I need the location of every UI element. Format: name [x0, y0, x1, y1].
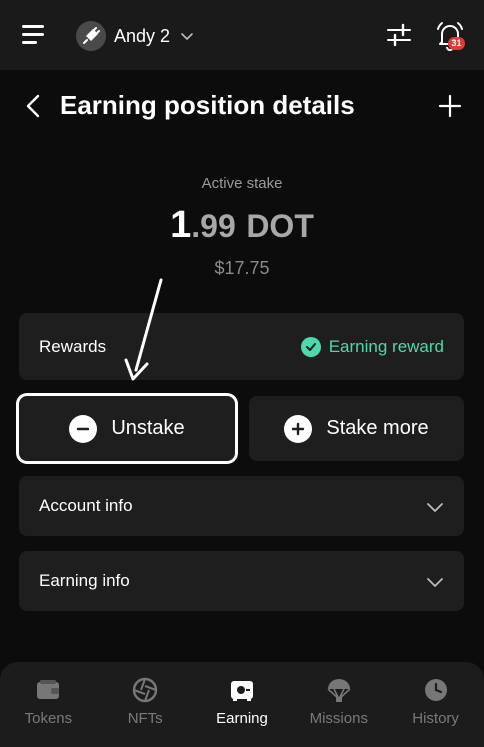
aperture-icon — [132, 677, 158, 703]
rewards-label: Rewards — [39, 336, 107, 356]
account-name: Andy 2 — [114, 25, 171, 46]
minus-circle-icon — [69, 414, 98, 443]
top-bar: Andy 2 31 — [0, 0, 484, 70]
page-title: Earning position details — [60, 90, 355, 120]
rewards-card: Rewards Earning reward — [19, 313, 464, 380]
bottom-nav: Tokens NFTs Earning Missions History — [0, 662, 484, 747]
unstake-button[interactable]: Unstake — [19, 396, 235, 461]
nav-missions-label: Missions — [309, 710, 368, 727]
unstake-label: Unstake — [111, 417, 185, 439]
nav-nfts[interactable]: NFTs — [97, 662, 194, 747]
wallet-icon — [37, 680, 60, 699]
nav-tokens[interactable]: Tokens — [0, 662, 97, 747]
safe-icon — [230, 681, 253, 701]
plus-icon[interactable] — [438, 94, 462, 118]
account-selector[interactable]: Andy 2 — [76, 20, 194, 52]
stake-more-button[interactable]: Stake more — [249, 396, 464, 461]
nav-history-label: History — [412, 710, 459, 727]
account-info-accordion[interactable]: Account info — [19, 476, 464, 536]
earning-status-text: Earning reward — [328, 336, 444, 356]
stake-unit: DOT — [246, 208, 314, 244]
active-stake-label: Active stake — [201, 175, 283, 192]
nav-earning-label: Earning — [216, 710, 268, 727]
back-arrow-icon[interactable] — [22, 92, 46, 120]
nav-history[interactable]: History — [387, 662, 484, 747]
check-circle-icon — [300, 336, 321, 357]
stake-fiat-value: $17.75 — [214, 258, 270, 278]
plus-circle-icon — [284, 414, 313, 443]
stake-more-label: Stake more — [326, 417, 429, 439]
nav-missions[interactable]: Missions — [290, 662, 387, 747]
page-header: Earning position details — [0, 70, 484, 142]
stake-amount-integer: 1 — [170, 204, 192, 246]
sliders-icon[interactable] — [385, 22, 413, 48]
chevron-down-icon — [181, 33, 193, 40]
account-info-label: Account info — [39, 496, 133, 515]
stake-amount-decimal: .99 — [191, 208, 236, 244]
plug-icon — [83, 27, 100, 44]
earning-info-label: Earning info — [39, 571, 130, 590]
parachute-icon — [327, 679, 351, 702]
earning-status: Earning reward — [300, 336, 444, 357]
menu-icon[interactable] — [20, 22, 48, 48]
notification-badge: 31 — [448, 37, 465, 50]
stake-amount: 1.99 DOT — [0, 204, 484, 247]
nav-tokens-label: Tokens — [24, 710, 73, 727]
avatar — [76, 21, 106, 51]
nav-earning[interactable]: Earning — [194, 662, 291, 747]
chevron-down-icon — [427, 503, 443, 512]
chevron-down-icon — [427, 578, 443, 587]
clock-icon — [424, 679, 447, 701]
earning-info-accordion[interactable]: Earning info — [19, 551, 464, 611]
nav-nfts-label: NFTs — [127, 710, 163, 727]
